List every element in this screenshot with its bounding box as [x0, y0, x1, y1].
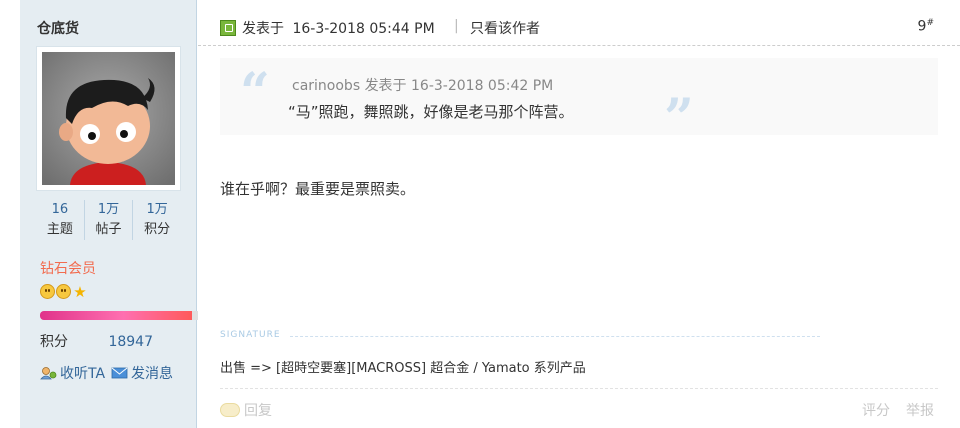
- follow-icon: [40, 367, 57, 380]
- post-date: 发表于 16-3-2018 05:44 PM: [242, 18, 435, 38]
- follow-label: 收听TA: [60, 366, 106, 382]
- user-rank[interactable]: 钻石会员: [40, 258, 96, 278]
- avatar-image: [42, 52, 175, 185]
- reply-icon: [220, 403, 240, 417]
- rank-icons: ★: [40, 284, 88, 300]
- credit-value: 18947: [108, 334, 153, 350]
- author-actions: 收听TA 发消息: [40, 363, 173, 383]
- stat-label: 帖子: [95, 222, 122, 237]
- stat-value: 1万: [97, 202, 120, 217]
- floor-suffix: #: [926, 18, 934, 28]
- stat-label: 积分: [144, 222, 171, 237]
- only-author-link[interactable]: 只看该作者: [470, 18, 540, 38]
- author-name[interactable]: 仓底货: [37, 18, 79, 38]
- credit-label: 积分: [40, 334, 68, 350]
- star-icon: ★: [73, 283, 87, 301]
- floor-number[interactable]: 9#: [918, 18, 934, 35]
- divider: |: [454, 18, 459, 34]
- stat-threads[interactable]: 16 主题: [36, 200, 85, 240]
- footer-divider: [220, 388, 938, 389]
- follow-button[interactable]: 收听TA: [40, 363, 105, 383]
- quote-text: “马”照跑，舞照跳，好像是老马那个阵营。: [288, 103, 574, 121]
- quote-posted-prefix: 发表于: [364, 78, 407, 94]
- author-stats: 16 主题 1万 帖子 1万 积分: [36, 200, 181, 240]
- online-status-icon: [220, 20, 236, 36]
- stat-value: 16: [51, 202, 69, 217]
- avatar[interactable]: [42, 52, 175, 185]
- smiley-icon: [40, 284, 55, 299]
- post-content: 发表于 16-3-2018 05:44 PM | 只看该作者 9# “ cari…: [198, 0, 960, 428]
- posted-time: 16-3-2018 05:44 PM: [292, 21, 435, 37]
- posted-prefix: 发表于: [242, 21, 284, 37]
- quote-meta: carinoobs 发表于 16-3-2018 05:42 PM: [292, 75, 553, 95]
- reply-button[interactable]: 回复: [220, 400, 272, 420]
- quote-open-icon: “: [240, 62, 270, 123]
- quote-block: “ carinoobs 发表于 16-3-2018 05:42 PM “马”照跑…: [220, 58, 938, 149]
- report-button[interactable]: 举报: [906, 400, 934, 420]
- signature-text: 出售 => [超時空要塞][MACROSS] 超合金 / Yamato 系列产品: [220, 361, 586, 376]
- avatar-frame[interactable]: [36, 46, 181, 191]
- post-message: 谁在乎啊？最重要是票照卖。: [220, 180, 416, 198]
- post-header: 发表于 16-3-2018 05:44 PM | 只看该作者 9#: [198, 0, 960, 46]
- quote-close-icon: ”: [664, 88, 694, 149]
- stat-posts[interactable]: 1万 帖子: [85, 200, 134, 240]
- rate-button[interactable]: 评分: [862, 400, 890, 420]
- quote-user: carinoobs: [292, 78, 361, 94]
- level-progress-bar: [40, 311, 205, 320]
- author-sidebar: 仓底货 16 主题 1万 帖子 1万 积分 钻石会员 ★ 积分 18947 收听…: [20, 0, 205, 428]
- reply-label: 回复: [244, 403, 272, 419]
- signature-label: SIGNATURE: [220, 330, 281, 340]
- quote-time: 16-3-2018 05:42 PM: [411, 78, 554, 94]
- stat-points[interactable]: 1万 积分: [133, 200, 181, 240]
- level-progress-fill: [40, 311, 192, 320]
- credit-row: 积分 18947: [40, 331, 153, 351]
- signature-divider: [290, 336, 820, 337]
- mail-icon: [111, 367, 128, 379]
- send-message-button[interactable]: 发消息: [111, 363, 173, 383]
- stat-value: 1万: [146, 202, 168, 217]
- stat-label: 主题: [46, 222, 73, 237]
- send-message-label: 发消息: [131, 366, 174, 382]
- smiley-icon: [56, 284, 71, 299]
